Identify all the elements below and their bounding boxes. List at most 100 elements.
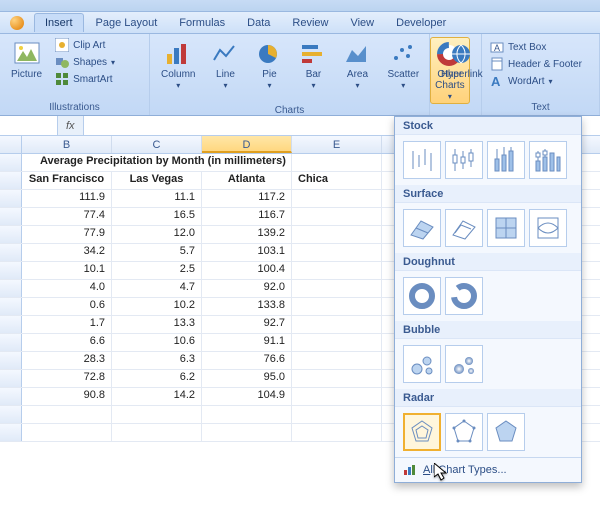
cell[interactable] [292, 262, 382, 279]
cell[interactable] [112, 424, 202, 441]
stock-chart-4[interactable] [529, 141, 567, 179]
shapes-button[interactable]: Shapes▾ [53, 54, 117, 70]
row-header[interactable] [0, 370, 22, 387]
cell[interactable]: 139.2 [202, 226, 292, 243]
row-header[interactable] [0, 280, 22, 297]
row-header[interactable] [0, 424, 22, 441]
cell[interactable]: 0.6 [22, 298, 112, 315]
doughnut-chart-1[interactable] [403, 277, 441, 315]
bar-chart-button[interactable]: Bar▾ [294, 37, 332, 93]
cell[interactable] [292, 388, 382, 405]
smartart-button[interactable]: SmartArt [53, 71, 117, 87]
cell[interactable] [292, 154, 382, 171]
header-cell[interactable]: San Francisco [22, 172, 112, 189]
title-cell[interactable]: Average Precipitation by Month (in milli… [22, 154, 292, 171]
col-e[interactable]: E [292, 136, 382, 153]
cell[interactable] [22, 424, 112, 441]
header-cell[interactable]: Las Vegas [112, 172, 202, 189]
cell[interactable]: 103.1 [202, 244, 292, 261]
doughnut-chart-2[interactable] [445, 277, 483, 315]
cell[interactable]: 90.8 [22, 388, 112, 405]
line-chart-button[interactable]: Line▾ [206, 37, 244, 93]
row-header[interactable] [0, 172, 22, 189]
scatter-chart-button[interactable]: Scatter▾ [382, 37, 424, 93]
bubble-chart-1[interactable] [403, 345, 441, 383]
tab-data[interactable]: Data [237, 14, 280, 32]
textbox-button[interactable]: AText Box [488, 39, 584, 55]
header-cell[interactable]: Atlanta [202, 172, 292, 189]
radar-chart-2[interactable] [445, 413, 483, 451]
all-chart-types[interactable]: All Chart Types... [395, 457, 581, 482]
cell[interactable]: 77.9 [22, 226, 112, 243]
row-header[interactable] [0, 208, 22, 225]
cell[interactable] [292, 280, 382, 297]
col-d[interactable]: D [202, 136, 292, 153]
area-chart-button[interactable]: Area▾ [338, 37, 376, 93]
cell[interactable] [292, 370, 382, 387]
cell[interactable] [292, 190, 382, 207]
row-header[interactable] [0, 316, 22, 333]
cell[interactable]: 72.8 [22, 370, 112, 387]
cell[interactable] [292, 208, 382, 225]
stock-chart-1[interactable] [403, 141, 441, 179]
row-header[interactable] [0, 352, 22, 369]
cell[interactable]: 116.7 [202, 208, 292, 225]
picture-button[interactable]: Picture [6, 37, 47, 83]
surface-chart-1[interactable] [403, 209, 441, 247]
cell[interactable]: 10.1 [22, 262, 112, 279]
cell[interactable] [202, 424, 292, 441]
cell[interactable]: 76.6 [202, 352, 292, 369]
cell[interactable] [292, 316, 382, 333]
cell[interactable]: 104.9 [202, 388, 292, 405]
tab-page-layout[interactable]: Page Layout [86, 14, 168, 32]
cell[interactable]: 6.3 [112, 352, 202, 369]
hyperlink-button[interactable]: Hyperlink [436, 37, 488, 83]
wordart-button[interactable]: AWordArt▾ [488, 73, 584, 89]
cell[interactable] [292, 334, 382, 351]
header-cell[interactable]: Chica [292, 172, 382, 189]
fx-icon[interactable]: fx [58, 116, 84, 135]
cell[interactable] [292, 406, 382, 423]
cell[interactable] [292, 244, 382, 261]
cell[interactable]: 12.0 [112, 226, 202, 243]
cell[interactable]: 92.7 [202, 316, 292, 333]
office-button[interactable] [10, 16, 24, 30]
cell[interactable] [292, 352, 382, 369]
tab-insert[interactable]: Insert [34, 13, 84, 32]
name-box[interactable] [0, 116, 58, 135]
row-header[interactable] [0, 190, 22, 207]
pie-chart-button[interactable]: Pie▾ [250, 37, 288, 93]
cell[interactable]: 4.7 [112, 280, 202, 297]
row-header[interactable] [0, 298, 22, 315]
cell[interactable]: 11.1 [112, 190, 202, 207]
cell[interactable]: 111.9 [22, 190, 112, 207]
tab-review[interactable]: Review [282, 14, 338, 32]
cell[interactable] [292, 226, 382, 243]
cell[interactable]: 4.0 [22, 280, 112, 297]
surface-chart-3[interactable] [487, 209, 525, 247]
select-all-corner[interactable] [0, 136, 22, 153]
cell[interactable]: 5.7 [112, 244, 202, 261]
row-header[interactable] [0, 388, 22, 405]
radar-chart-1[interactable] [403, 413, 441, 451]
cell[interactable]: 14.2 [112, 388, 202, 405]
cell[interactable]: 91.1 [202, 334, 292, 351]
cell[interactable]: 34.2 [22, 244, 112, 261]
cell[interactable]: 2.5 [112, 262, 202, 279]
col-c[interactable]: C [112, 136, 202, 153]
cell[interactable]: 6.6 [22, 334, 112, 351]
cell[interactable] [112, 406, 202, 423]
stock-chart-2[interactable] [445, 141, 483, 179]
clipart-button[interactable]: Clip Art [53, 37, 117, 53]
row-header[interactable] [0, 226, 22, 243]
row-header[interactable] [0, 406, 22, 423]
cell[interactable]: 77.4 [22, 208, 112, 225]
row-header[interactable] [0, 244, 22, 261]
bubble-chart-2[interactable] [445, 345, 483, 383]
col-b[interactable]: B [22, 136, 112, 153]
stock-chart-3[interactable] [487, 141, 525, 179]
surface-chart-2[interactable] [445, 209, 483, 247]
cell[interactable]: 10.2 [112, 298, 202, 315]
row-header[interactable] [0, 154, 22, 171]
cell[interactable] [202, 406, 292, 423]
